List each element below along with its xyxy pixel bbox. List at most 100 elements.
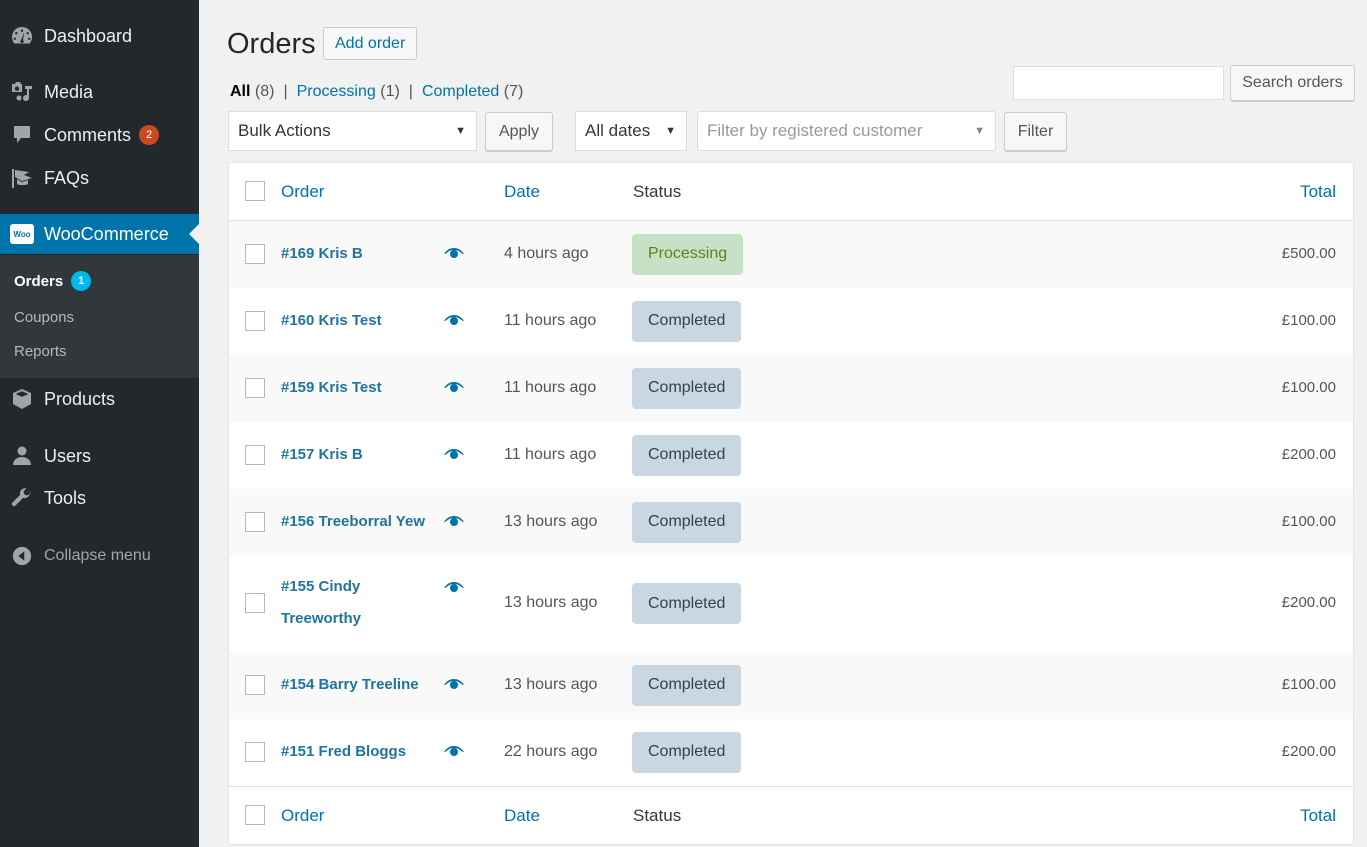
- dates-filter-select[interactable]: All dates ▼: [575, 111, 687, 151]
- submenu-item-reports[interactable]: Reports: [14, 343, 67, 360]
- active-menu-arrow: [189, 224, 199, 244]
- page-title: Orders: [227, 28, 316, 60]
- order-status-badge: Completed: [632, 583, 742, 624]
- submenu-item-label: Orders: [14, 272, 64, 290]
- order-status-views: All (8) | Processing (1) | Completed (7): [230, 83, 523, 101]
- order-status-badge: Completed: [632, 434, 742, 476]
- view-processing[interactable]: Processing (1): [297, 83, 400, 101]
- order-link[interactable]: #151 Fred Bloggs: [281, 743, 406, 760]
- orders-table: Order Date Status Total #169 Kris B 4 hou…: [228, 162, 1354, 845]
- row-checkbox[interactable]: [245, 310, 265, 331]
- preview-eye-icon[interactable]: [444, 247, 464, 260]
- order-status-badge: Completed: [632, 501, 742, 543]
- bulk-actions-value: Bulk Actions: [238, 121, 331, 140]
- preview-eye-icon[interactable]: [444, 381, 464, 394]
- products-icon: [0, 379, 44, 419]
- column-header-total[interactable]: Total: [1300, 182, 1336, 202]
- table-row: #156 Treeborral Yew 13 hours ago Completed…: [229, 489, 1353, 556]
- sidebar-item-tools[interactable]: Tools: [0, 478, 199, 518]
- table-row: #154 Barry Treeline 13 hours ago Completed…: [229, 652, 1353, 719]
- order-status-badge: Processing: [632, 233, 744, 275]
- search-orders-button[interactable]: Search orders: [1230, 65, 1355, 101]
- column-footer-order[interactable]: Order: [281, 806, 324, 826]
- preview-eye-icon[interactable]: [444, 678, 464, 691]
- order-link[interactable]: #160 Kris Test: [281, 312, 382, 329]
- column-header-date[interactable]: Date: [504, 182, 540, 202]
- select-all-checkbox-footer[interactable]: [245, 805, 265, 825]
- view-all-label: All: [230, 83, 251, 100]
- view-processing-label: Processing: [296, 83, 376, 100]
- order-link[interactable]: #154 Barry Treeline: [281, 676, 419, 693]
- row-checkbox[interactable]: [245, 511, 265, 532]
- row-checkbox[interactable]: [245, 674, 265, 695]
- order-link[interactable]: #169 Kris B: [281, 245, 363, 262]
- sidebar-item-woocommerce[interactable]: Woo WooCommerce: [0, 214, 199, 254]
- table-footer-row: Order Date Status Total: [229, 786, 1353, 844]
- order-total: £100.00: [1281, 675, 1336, 693]
- comments-icon: [0, 115, 44, 155]
- dashboard-icon: [0, 16, 44, 56]
- column-header-status: Status: [633, 182, 682, 201]
- collapse-menu-button[interactable]: Collapse menu: [0, 538, 199, 574]
- sidebar-item-label: Media: [44, 81, 94, 102]
- tools-icon: [0, 478, 44, 518]
- dates-filter-value: All dates: [585, 121, 651, 140]
- select-all-checkbox[interactable]: [245, 181, 265, 201]
- filter-button[interactable]: Filter: [1004, 112, 1067, 151]
- table-row: #159 Kris Test 11 hours ago Completed £100.…: [229, 355, 1353, 422]
- order-link[interactable]: #155 Cindy: [281, 571, 451, 603]
- preview-eye-icon[interactable]: [444, 448, 464, 461]
- order-status-badge: Completed: [632, 367, 742, 409]
- row-checkbox[interactable]: [245, 593, 265, 613]
- sidebar-item-users[interactable]: Users: [0, 436, 199, 476]
- order-total: £200.00: [1281, 445, 1336, 463]
- order-total: £100.00: [1281, 311, 1336, 329]
- sidebar-item-label: Dashboard: [44, 25, 133, 46]
- apply-button[interactable]: Apply: [485, 112, 553, 151]
- preview-eye-icon[interactable]: [444, 745, 464, 758]
- table-row: #155 Cindy Treeworthy 13 hours ago Complete…: [229, 556, 1353, 652]
- column-footer-date[interactable]: Date: [504, 806, 540, 826]
- sidebar-item-media[interactable]: Media: [0, 72, 199, 112]
- order-link-continued[interactable]: Treeworthy: [281, 603, 451, 635]
- order-link[interactable]: #156 Treeborral Yew: [281, 513, 425, 530]
- row-checkbox[interactable]: [245, 243, 265, 264]
- order-total: £100.00: [1281, 378, 1336, 396]
- comments-count-badge: 2: [139, 125, 160, 145]
- dropdown-arrow-icon: ▼: [455, 125, 466, 137]
- sidebar-item-comments[interactable]: Comments 2: [0, 115, 199, 155]
- bulk-actions-select[interactable]: Bulk Actions ▼: [228, 111, 477, 151]
- view-separator: |: [283, 83, 288, 100]
- sidebar-item-label: WooCommerce: [44, 223, 169, 244]
- preview-eye-icon[interactable]: [444, 515, 464, 528]
- view-all[interactable]: All (8): [230, 83, 274, 101]
- column-footer-total[interactable]: Total: [1300, 806, 1336, 826]
- users-icon: [0, 436, 44, 476]
- preview-eye-icon[interactable]: [444, 582, 464, 594]
- column-header-order[interactable]: Order: [281, 182, 324, 202]
- submenu-item-coupons[interactable]: Coupons: [14, 309, 74, 326]
- order-date: 4 hours ago: [504, 244, 589, 262]
- sidebar-item-dashboard[interactable]: Dashboard: [0, 16, 199, 56]
- order-status-badge: Completed: [632, 300, 742, 342]
- sidebar-item-products[interactable]: Products: [0, 379, 199, 419]
- order-date: 22 hours ago: [504, 742, 598, 760]
- collapse-menu-label: Collapse menu: [44, 547, 151, 564]
- row-checkbox[interactable]: [245, 741, 265, 762]
- add-order-button[interactable]: Add order: [323, 27, 418, 60]
- view-completed[interactable]: Completed (7): [422, 83, 523, 101]
- view-completed-label: Completed: [421, 83, 500, 100]
- row-checkbox[interactable]: [245, 444, 265, 465]
- view-separator: |: [408, 83, 413, 100]
- search-orders-input[interactable]: [1013, 66, 1224, 100]
- row-checkbox[interactable]: [245, 377, 265, 398]
- preview-eye-icon[interactable]: [444, 314, 464, 327]
- order-total: £200.00: [1281, 594, 1336, 611]
- order-link[interactable]: #157 Kris B: [281, 446, 363, 463]
- order-total: £100.00: [1281, 512, 1336, 530]
- admin-sidebar: Dashboard Media Comments 2 FAQs Woo WooC…: [0, 0, 199, 847]
- submenu-item-orders[interactable]: Orders 1: [14, 271, 92, 291]
- customer-filter-select[interactable]: Filter by registered customer ▼: [697, 111, 996, 151]
- order-link[interactable]: #159 Kris Test: [281, 379, 382, 396]
- sidebar-item-faqs[interactable]: FAQs: [0, 158, 199, 198]
